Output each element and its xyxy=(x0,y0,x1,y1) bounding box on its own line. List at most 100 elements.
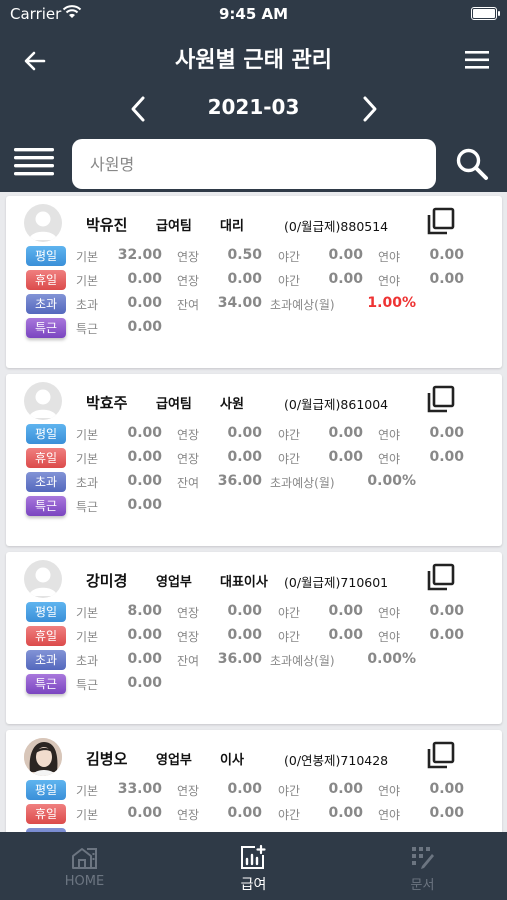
stat-label: 연야 xyxy=(378,250,401,264)
stat-value: 0.00 xyxy=(328,805,363,821)
stat-value: 0.00 xyxy=(227,781,262,797)
stat-value: 0.00 xyxy=(328,781,363,797)
stat-label: 초과예상(월) xyxy=(270,654,335,668)
search-box xyxy=(72,139,436,189)
overtime-row: 초과 초과 0.00 잔여 36.00 초과예상(월) 0.00% xyxy=(6,650,502,670)
stat-value: 0.00 xyxy=(429,425,464,441)
stat-label: 기본 xyxy=(76,808,99,822)
default-avatar-icon xyxy=(29,211,57,240)
copy-icon[interactable] xyxy=(424,740,456,772)
employee-position: 대리 xyxy=(220,219,244,234)
search-icon[interactable] xyxy=(454,146,490,182)
stat-label: 기본 xyxy=(76,630,99,644)
stat-label: 특근 xyxy=(76,678,99,692)
stat-value: 0.00 xyxy=(227,603,262,619)
stat-value: 0.00 xyxy=(328,425,363,441)
stat-label: 초과예상(월) xyxy=(270,476,335,490)
holiday-row: 휴일 기본 0.00 연장 0.00 야간 0.00 연야 0.00 xyxy=(6,804,502,824)
stat-label: 초과 xyxy=(76,654,99,668)
stat-label: 연장 xyxy=(177,274,200,288)
copy-icon[interactable] xyxy=(424,206,456,238)
payroll-icon xyxy=(241,844,266,869)
employee-card[interactable]: 김병오 영업부 이사 (0/연봉제)710428 평일 기본 33.00 연장 … xyxy=(6,730,502,832)
stat-value: 0.00 xyxy=(328,603,363,619)
copy-icon[interactable] xyxy=(424,384,456,416)
tab-label: 급여 xyxy=(240,877,267,893)
clock: 9:45 AM xyxy=(218,5,289,23)
overtime-badge: 초과 xyxy=(26,472,66,492)
overtime-badge: 초과 xyxy=(26,294,66,314)
employee-card[interactable]: 강미경 영업부 대표이사 (0/월급제)710601 평일 기본 8.00 연장… xyxy=(6,552,502,724)
stat-value: 0.00 xyxy=(227,425,262,441)
employee-pay-info: (0/월급제)880514 xyxy=(284,219,389,234)
stat-label: 연야 xyxy=(378,784,401,798)
stat-label: 연장 xyxy=(177,606,200,620)
overtime-row: 초과 초과 0.00 잔여 34.00 초과예상(월) 1.00% xyxy=(6,294,502,314)
stat-value: 0.00 xyxy=(127,473,162,489)
special-row: 특근 특근 0.00 xyxy=(6,674,502,694)
stat-value: 0.00 xyxy=(227,449,262,465)
employee-card[interactable]: 박유진 급여팀 대리 (0/월급제)880514 평일 기본 32.00 연장 … xyxy=(6,196,502,368)
stat-label: 특근 xyxy=(76,500,99,514)
overtime-forecast-value: 0.00% xyxy=(367,651,416,667)
profile-photo xyxy=(24,738,62,776)
holiday-badge: 휴일 xyxy=(26,626,66,646)
stat-value: 0.00 xyxy=(127,627,162,643)
employee-department: 급여팀 xyxy=(156,219,192,234)
stat-value: 34.00 xyxy=(217,295,262,311)
employee-department: 영업부 xyxy=(156,575,192,590)
tab-payroll[interactable]: 급여 xyxy=(169,832,338,900)
weekday-badge: 평일 xyxy=(26,246,66,266)
stat-value: 33.00 xyxy=(117,781,162,797)
battery-icon xyxy=(471,7,500,20)
stat-value: 0.00 xyxy=(429,603,464,619)
stat-label: 연야 xyxy=(378,428,401,442)
next-month-button[interactable] xyxy=(358,94,382,124)
stat-label: 연장 xyxy=(177,428,200,442)
overtime-badge: 초과 xyxy=(26,650,66,670)
avatar xyxy=(24,738,62,776)
stat-label: 야간 xyxy=(278,274,301,288)
stat-value: 36.00 xyxy=(217,473,262,489)
stat-label: 연야 xyxy=(378,630,401,644)
stat-label: 연야 xyxy=(378,606,401,620)
stat-value: 0.00 xyxy=(127,651,162,667)
weekday-row: 평일 기본 32.00 연장 0.50 야간 0.00 연야 0.00 xyxy=(6,246,502,266)
stat-label: 야간 xyxy=(278,250,301,264)
list-filter-icon[interactable] xyxy=(12,144,56,180)
employee-name: 강미경 xyxy=(86,572,128,590)
hamburger-menu-icon[interactable] xyxy=(463,48,491,72)
stat-value: 0.00 xyxy=(328,247,363,263)
holiday-row: 휴일 기본 0.00 연장 0.00 야간 0.00 연야 0.00 xyxy=(6,448,502,468)
holiday-badge: 휴일 xyxy=(26,448,66,468)
document-icon xyxy=(412,847,434,869)
employee-search-input[interactable] xyxy=(72,139,436,189)
avatar xyxy=(24,560,62,598)
tab-documents[interactable]: 문서 xyxy=(338,832,507,900)
employee-name: 김병오 xyxy=(86,750,128,768)
employee-department: 영업부 xyxy=(156,753,192,768)
overtime-forecast-value: 0.00% xyxy=(367,473,416,489)
stat-value: 0.00 xyxy=(429,781,464,797)
stat-value: 0.00 xyxy=(227,627,262,643)
tab-home[interactable]: HOME xyxy=(0,832,169,900)
app-header: 사원별 근태 관리 2021-03 xyxy=(0,28,507,192)
stat-label: 연장 xyxy=(177,630,200,644)
stat-label: 연야 xyxy=(378,808,401,822)
overtime-row: 초과 초과 0.00 잔여 36.00 초과예상(월) 0.00% xyxy=(6,472,502,492)
employee-list: 박유진 급여팀 대리 (0/월급제)880514 평일 기본 32.00 연장 … xyxy=(0,192,507,832)
holiday-badge: 휴일 xyxy=(26,270,66,290)
stat-value: 0.00 xyxy=(127,449,162,465)
stat-label: 연장 xyxy=(177,784,200,798)
employee-name: 박효주 xyxy=(86,394,128,412)
stat-label: 특근 xyxy=(76,322,99,336)
special-row: 특근 특근 0.00 xyxy=(6,496,502,516)
copy-icon[interactable] xyxy=(424,562,456,594)
month-label: 2021-03 xyxy=(207,95,300,119)
stat-label: 야간 xyxy=(278,452,301,466)
weekday-badge: 평일 xyxy=(26,424,66,444)
employee-card[interactable]: 박효주 급여팀 사원 (0/월급제)861004 평일 기본 0.00 연장 0… xyxy=(6,374,502,546)
stat-value: 0.00 xyxy=(429,805,464,821)
stat-value: 0.00 xyxy=(328,627,363,643)
stat-value: 0.00 xyxy=(328,449,363,465)
